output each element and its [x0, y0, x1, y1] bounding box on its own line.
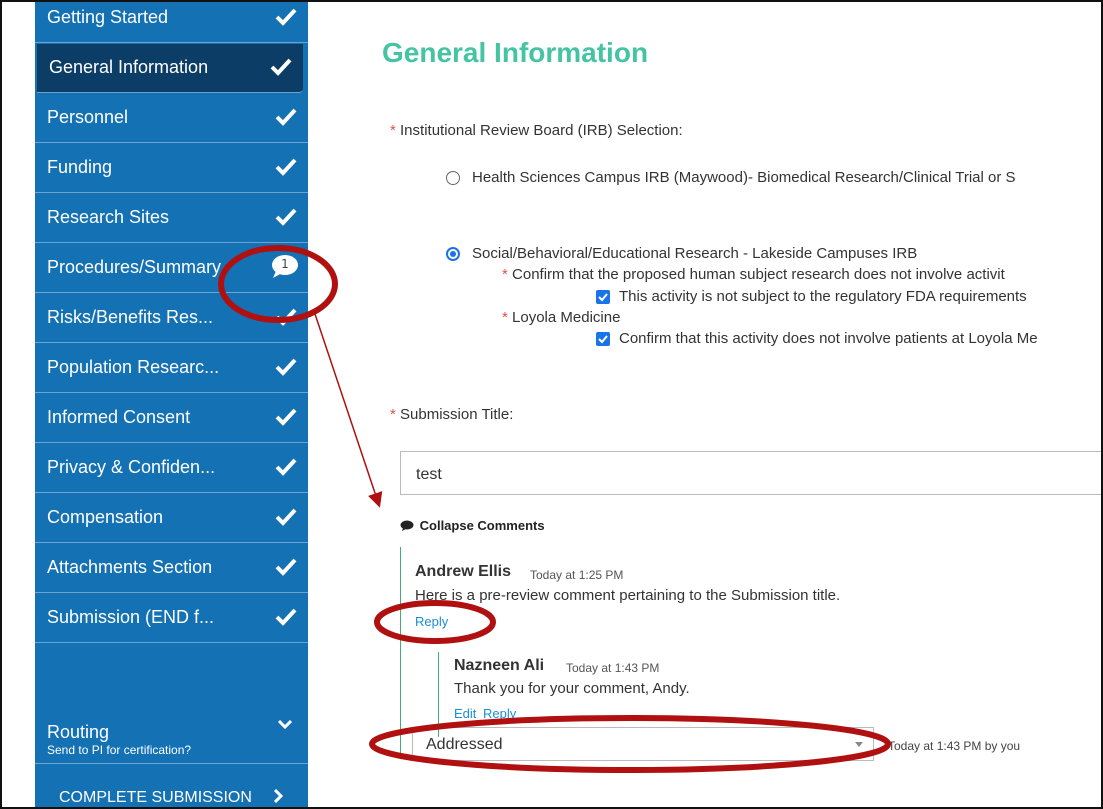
sidebar-item-label: Compensation: [47, 507, 164, 527]
routing-title: Routing: [47, 722, 110, 742]
sidebar-item-label: Getting Started: [47, 7, 169, 27]
sidebar-item-risks-benefits-res[interactable]: Risks/Benefits Res...: [35, 294, 308, 343]
comment-time: Today at 1:25 PM: [530, 568, 624, 582]
sidebar-item-procedures-summary[interactable]: Procedures/Summary 1: [35, 244, 308, 293]
sidebar-item-label: Research Sites: [47, 207, 170, 227]
irb-option-social-behavioral-radio[interactable]: [446, 247, 460, 261]
comment-status-select[interactable]: Addressed: [412, 727, 874, 761]
collapse-comments-toggle[interactable]: Collapse Comments: [400, 518, 545, 533]
sidebar-item-funding[interactable]: Funding: [35, 144, 308, 193]
sidebar-item-label: Privacy & Confiden...: [47, 457, 216, 477]
sidebar-item-attachments-section[interactable]: Attachments Section: [35, 544, 308, 593]
required-asterisk: *: [390, 406, 396, 423]
comment-status-value: Addressed: [426, 736, 503, 753]
submission-title-input[interactable]: test: [400, 451, 1101, 495]
sidebar-item-label: Attachments Section: [47, 557, 213, 577]
required-asterisk: *: [502, 309, 508, 326]
sidebar-nav: Getting Started General Information Person…: [35, 2, 308, 807]
loyola-patients-label: Confirm that this activity does not invo…: [619, 330, 1038, 347]
checkmark-icon: [275, 208, 297, 226]
irb-option-health-sciences-label: Health Sciences Campus IRB (Maywood)- Bi…: [472, 169, 1016, 186]
irb-option-social-behavioral-label: Social/Behavioral/Educational Research -…: [472, 245, 918, 262]
sidebar-item-privacy-confiden[interactable]: Privacy & Confiden...: [35, 444, 308, 493]
required-asterisk: *: [502, 266, 508, 283]
checkmark-icon: [275, 358, 297, 376]
irb-option-health-sciences-radio[interactable]: [446, 171, 460, 185]
sidebar-item-label: General Information: [49, 57, 209, 77]
reply-time: Today at 1:43 PM: [566, 661, 660, 675]
checkmark-icon: [275, 408, 297, 426]
sidebar-item-label: Submission (END f...: [47, 607, 215, 627]
sidebar-item-label: Personnel: [47, 107, 129, 127]
sidebar-item-general-information[interactable]: General Information: [37, 44, 303, 93]
loyola-medicine-label: * Loyola Medicine: [502, 309, 621, 326]
comment-thread-line: [400, 547, 401, 754]
main-content: General Information * Institutional Revi…: [308, 2, 1101, 807]
sidebar-item-research-sites[interactable]: Research Sites: [35, 194, 308, 243]
irb-selection-label: * Institutional Review Board (IRB) Selec…: [390, 122, 683, 139]
checkmark-icon: [275, 308, 297, 326]
comment-count: 1: [281, 257, 289, 271]
sidebar-item-getting-started[interactable]: Getting Started: [35, 2, 308, 43]
sidebar-item-label: Risks/Benefits Res...: [47, 307, 214, 327]
sidebar-item-compensation[interactable]: Compensation: [35, 494, 308, 543]
reply-thread-line: [438, 652, 439, 737]
checkmark-icon: [275, 108, 297, 126]
routing-subtitle: Send to PI for certification?: [47, 743, 192, 757]
sidebar-item-label: Informed Consent: [47, 407, 191, 427]
required-asterisk: *: [390, 122, 396, 139]
comment-status-meta: Today at 1:43 PM by you: [888, 739, 1021, 753]
chevron-right-icon: [274, 789, 284, 803]
sidebar-item-submission-end-f[interactable]: Submission (END f...: [35, 594, 308, 643]
fda-requirements-label: This activity is not subject to the regu…: [619, 288, 1027, 305]
checkmark-icon: [275, 508, 297, 526]
complete-submission-button[interactable]: COMPLETE SUBMISSION: [35, 774, 308, 807]
checkmark-icon: [275, 608, 297, 626]
sidebar-item-population-researc[interactable]: Population Researc...: [35, 344, 308, 393]
sidebar-item-informed-consent[interactable]: Informed Consent: [35, 394, 308, 443]
sidebar-item-personnel[interactable]: Personnel: [35, 94, 308, 143]
reply-author: Nazneen Ali: [454, 657, 545, 674]
sidebar-item-label: Funding: [47, 157, 113, 177]
screenshot-frame: Getting Started General Information Person…: [0, 0, 1103, 809]
complete-submission-label: COMPLETE SUBMISSION: [59, 789, 252, 806]
check-icon: [598, 335, 608, 344]
chevron-down-icon[interactable]: [278, 720, 292, 730]
loyola-patients-checkbox[interactable]: [596, 332, 610, 346]
checkmark-icon: [275, 558, 297, 576]
reply-reply-link[interactable]: Reply: [483, 706, 516, 721]
fda-requirements-checkbox[interactable]: [596, 290, 610, 304]
checkmark-icon: [275, 458, 297, 476]
dropdown-caret-icon: [855, 742, 863, 747]
comment-count-icon[interactable]: 1: [270, 254, 300, 280]
checkmark-icon: [270, 58, 292, 76]
check-icon: [598, 293, 608, 302]
checkmark-icon: [275, 8, 297, 26]
routing-section[interactable]: Routing Send to PI for certification?: [35, 702, 308, 764]
reply-edit-link[interactable]: Edit: [454, 706, 476, 721]
comment-author: Andrew Ellis: [415, 563, 512, 580]
confirm-human-subject-label: * Confirm that the proposed human subjec…: [502, 266, 1005, 283]
submission-title-label: * Submission Title:: [390, 406, 514, 423]
checkmark-icon: [275, 158, 297, 176]
reply-text: Thank you for your comment, Andy.: [454, 680, 690, 697]
comment-icon: [400, 520, 414, 531]
comment-reply-link[interactable]: Reply: [415, 614, 448, 629]
sidebar-item-label: Procedures/Summary: [47, 257, 222, 277]
comment-text: Here is a pre-review comment pertaining …: [415, 587, 841, 604]
page-title: General Information: [382, 37, 649, 68]
sidebar-item-label: Population Researc...: [47, 357, 220, 377]
